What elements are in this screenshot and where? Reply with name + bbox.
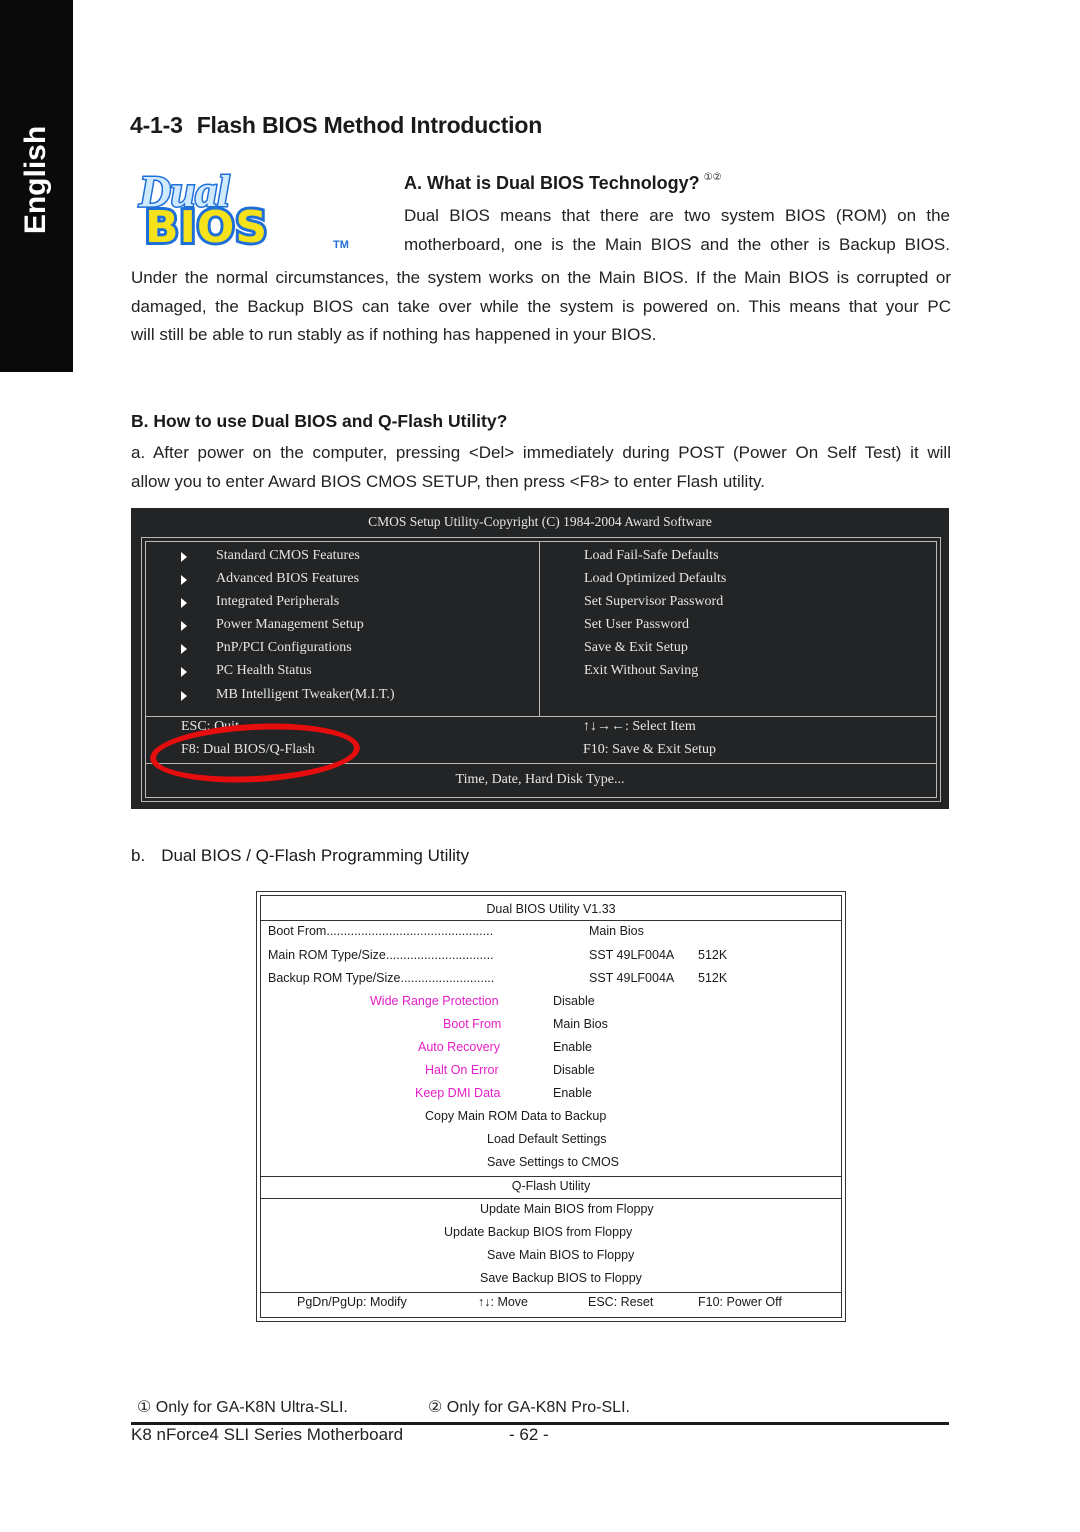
cmos-divider bbox=[145, 716, 937, 717]
cmos-menu-item[interactable]: PC Health Status bbox=[216, 663, 312, 679]
utility-divider bbox=[260, 920, 842, 921]
language-label: English bbox=[19, 125, 52, 235]
cmos-menu-item[interactable]: Load Fail-Safe Defaults bbox=[584, 548, 719, 564]
info-value: SST 49LF004A bbox=[589, 971, 675, 985]
text-line: allow you to enter Award BIOS CMOS SETUP… bbox=[131, 471, 766, 491]
qflash-action[interactable]: Update Backup BIOS from Floppy bbox=[444, 1225, 632, 1239]
part-a-body: Under the normal circumstances, the syst… bbox=[131, 264, 951, 350]
info-label: Main ROM Type/Size......................… bbox=[268, 948, 494, 962]
cmos-menu-item[interactable]: Set User Password bbox=[584, 617, 689, 633]
info-size: 512K bbox=[698, 971, 728, 985]
part-b-body: a. After power on the computer, pressing… bbox=[131, 439, 951, 496]
section-heading: 4-1-3 Flash BIOS Method Introduction bbox=[130, 112, 542, 139]
info-label: Backup ROM Type/Size....................… bbox=[268, 971, 495, 985]
text-line: will still be able to run stably as if n… bbox=[131, 325, 657, 344]
dual-bios-logo: Dual BIOS TM bbox=[137, 168, 349, 250]
qflash-action[interactable]: Update Main BIOS from Floppy bbox=[480, 1202, 654, 1216]
utility-action[interactable]: Load Default Settings bbox=[487, 1132, 607, 1146]
setting-label[interactable]: Boot From bbox=[443, 1017, 501, 1031]
setting-value[interactable]: Enable bbox=[553, 1040, 592, 1054]
footer-title: K8 nForce4 SLI Series Motherboard bbox=[131, 1425, 404, 1444]
info-value: SST 49LF004A bbox=[589, 948, 675, 962]
part-b-heading: B. How to use Dual BIOS and Q-Flash Util… bbox=[131, 411, 508, 431]
cmos-menu-item[interactable]: PnP/PCI Configurations bbox=[216, 640, 352, 656]
utility-key-hint: ↑↓: Move bbox=[478, 1295, 529, 1309]
setting-value[interactable]: Disable bbox=[553, 994, 595, 1008]
utility-divider bbox=[260, 1292, 842, 1293]
utility-title: Dual BIOS Utility V1.33 bbox=[486, 902, 616, 916]
utility-key-hint: PgDn/PgUp: Modify bbox=[297, 1295, 407, 1309]
text-line: a. After power on the computer, pressing… bbox=[131, 443, 951, 462]
logo-word-bios: BIOS bbox=[145, 202, 268, 250]
text-line: motherboard, one is the Main BIOS and th… bbox=[404, 234, 950, 254]
qflash-action[interactable]: Save Backup BIOS to Floppy bbox=[480, 1271, 642, 1285]
submenu-arrow-icon bbox=[181, 575, 187, 585]
utility-key-hint: F10: Power Off bbox=[698, 1295, 782, 1309]
info-size: 512K bbox=[698, 948, 728, 962]
logo-trademark: TM bbox=[333, 239, 349, 250]
subsection-b-label: b. Dual BIOS / Q-Flash Programming Utilit… bbox=[131, 846, 469, 866]
cmos-menu-item[interactable]: Save & Exit Setup bbox=[584, 640, 688, 656]
cmos-divider bbox=[539, 541, 540, 717]
cmos-menu-item[interactable]: Standard CMOS Features bbox=[216, 548, 360, 564]
cmos-menu-item[interactable]: Advanced BIOS Features bbox=[216, 571, 359, 587]
info-label: Boot From...............................… bbox=[268, 924, 494, 938]
utility-key-hint: ESC: Reset bbox=[588, 1295, 654, 1309]
text-line: Dual BIOS means that there are two syste… bbox=[404, 206, 950, 225]
setting-label[interactable]: Auto Recovery bbox=[418, 1040, 500, 1054]
part-a-heading: A. What is Dual BIOS Technology? ①② bbox=[404, 172, 722, 194]
submenu-arrow-icon bbox=[181, 598, 187, 608]
submenu-arrow-icon bbox=[181, 644, 187, 654]
text-line: Under the normal circumstances, the syst… bbox=[131, 268, 951, 287]
dual-bios-utility-screenshot: Dual BIOS Utility V1.33 Boot From.......… bbox=[256, 891, 846, 1322]
cmos-menu-item[interactable]: Load Optimized Defaults bbox=[584, 571, 726, 587]
qflash-action[interactable]: Save Main BIOS to Floppy bbox=[487, 1248, 634, 1262]
section-number: 4-1-3 bbox=[130, 112, 183, 138]
setting-label[interactable]: Wide Range Protection bbox=[370, 994, 499, 1008]
info-value: Main Bios bbox=[589, 924, 644, 938]
subsection-letter: b. bbox=[131, 846, 146, 865]
qflash-title: Q-Flash Utility bbox=[511, 1179, 591, 1193]
submenu-arrow-icon bbox=[181, 667, 187, 677]
cmos-menu-item[interactable]: MB Intelligent Tweaker(M.I.T.) bbox=[216, 687, 395, 703]
cmos-menu-item[interactable]: Exit Without Saving bbox=[584, 663, 698, 679]
footnote-2: ② Only for GA-K8N Pro-SLI. bbox=[428, 1399, 630, 1416]
cmos-title: CMOS Setup Utility-Copyright (C) 1984-20… bbox=[368, 514, 712, 529]
footnote-1: ① Only for GA-K8N Ultra-SLI. bbox=[137, 1399, 348, 1416]
footnote-markers: ①② bbox=[703, 172, 722, 183]
language-side-tab: English bbox=[0, 0, 73, 372]
utility-divider bbox=[260, 1198, 842, 1199]
cmos-menu-item[interactable]: Power Management Setup bbox=[216, 617, 364, 633]
setting-value[interactable]: Enable bbox=[553, 1086, 592, 1100]
submenu-arrow-icon bbox=[181, 552, 187, 562]
setting-label[interactable]: Keep DMI Data bbox=[415, 1086, 500, 1100]
cmos-key-hint: ↑↓→←: Select Item bbox=[583, 719, 696, 734]
text-line: damaged, the Backup BIOS can take over w… bbox=[131, 296, 951, 316]
utility-divider bbox=[260, 1176, 842, 1177]
setting-value[interactable]: Main Bios bbox=[553, 1017, 608, 1031]
utility-action[interactable]: Copy Main ROM Data to Backup bbox=[425, 1109, 606, 1123]
setting-value[interactable]: Disable bbox=[553, 1063, 595, 1077]
subsection-title: Dual BIOS / Q-Flash Programming Utility bbox=[161, 846, 470, 865]
cmos-menu-item[interactable]: Set Supervisor Password bbox=[584, 594, 723, 610]
page-number: - 62 - bbox=[509, 1425, 549, 1444]
setting-label[interactable]: Halt On Error bbox=[425, 1063, 499, 1077]
utility-action[interactable]: Save Settings to CMOS bbox=[487, 1155, 619, 1169]
cmos-menu-item[interactable]: Integrated Peripherals bbox=[216, 594, 339, 610]
part-a-heading-text: A. What is Dual BIOS Technology? bbox=[404, 173, 700, 193]
cmos-key-hint: F10: Save & Exit Setup bbox=[583, 742, 716, 757]
part-a-intro: Dual BIOS means that there are two syste… bbox=[404, 202, 950, 259]
section-title: Flash BIOS Method Introduction bbox=[196, 112, 543, 138]
submenu-arrow-icon bbox=[181, 691, 187, 701]
submenu-arrow-icon bbox=[181, 621, 187, 631]
